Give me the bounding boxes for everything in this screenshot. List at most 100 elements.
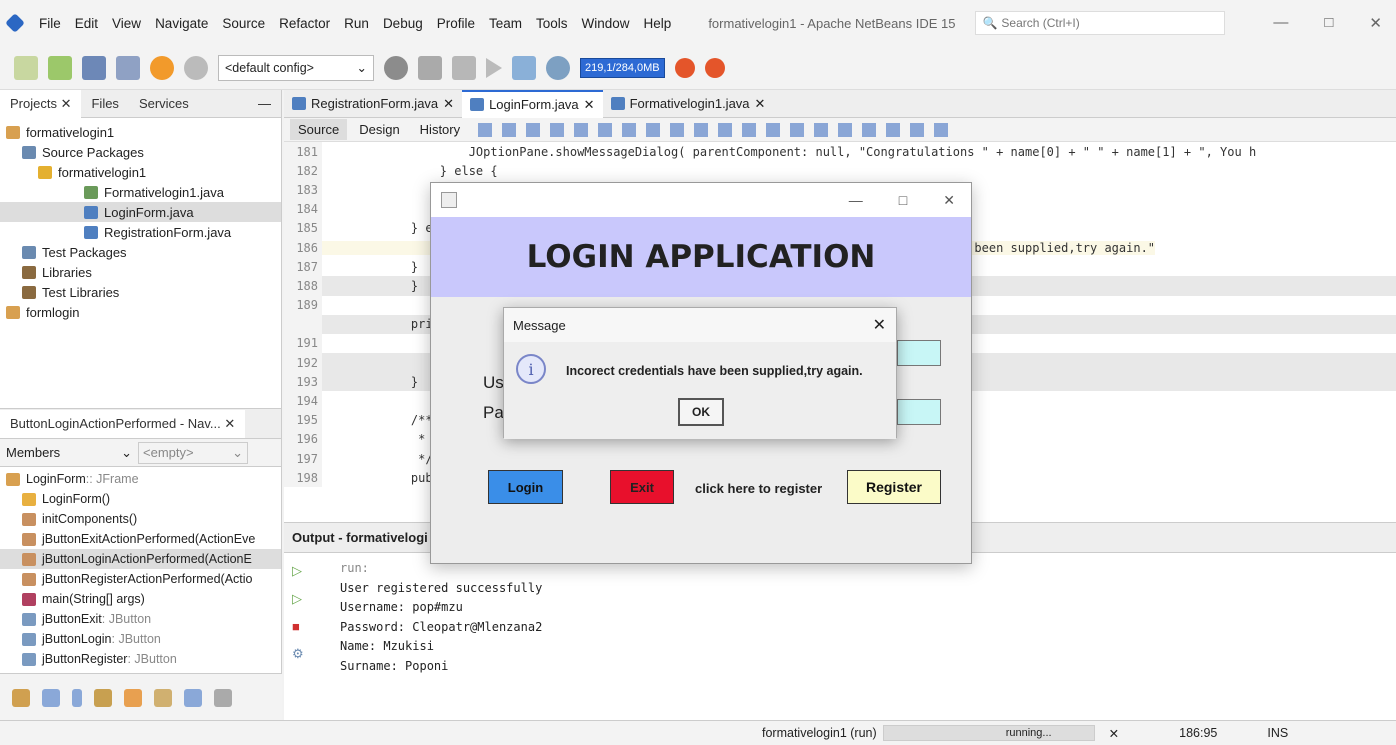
lock-icon[interactable]: [94, 688, 112, 707]
empty-select[interactable]: <empty> ⌄: [138, 441, 248, 464]
tree-item[interactable]: Test Libraries: [0, 282, 281, 302]
profile-icon[interactable]: [546, 55, 570, 80]
redo-icon[interactable]: [184, 55, 208, 80]
sort-alpha-icon[interactable]: [184, 688, 202, 707]
mode-design[interactable]: Design: [351, 119, 407, 140]
static-filter-icon[interactable]: [72, 688, 82, 707]
memory-indicator[interactable]: 219,1/284,0MB: [580, 57, 665, 78]
close-icon[interactable]: ✕: [1369, 14, 1382, 32]
menu-navigate[interactable]: Navigate: [148, 16, 215, 31]
rerun-icon[interactable]: ▷: [292, 563, 304, 579]
maximize-icon[interactable]: □: [899, 192, 907, 209]
members-select[interactable]: Members ⌄: [6, 445, 132, 461]
editor-tools-icon[interactable]: [478, 122, 949, 137]
save-all-icon[interactable]: [116, 55, 140, 80]
search-placeholder: Search (Ctrl+I): [1001, 16, 1080, 30]
register-button[interactable]: Register: [847, 470, 941, 504]
close-icon[interactable]: ✕: [873, 315, 886, 335]
close-tab-icon[interactable]: ✕: [443, 96, 454, 112]
field-filter-icon[interactable]: [42, 688, 60, 707]
tree-item[interactable]: formativelogin1: [0, 122, 281, 142]
navigator-item[interactable]: main(String[] args): [0, 589, 281, 609]
menu-view[interactable]: View: [105, 16, 148, 31]
ok-button[interactable]: OK: [678, 398, 724, 426]
config-select[interactable]: <default config> ⌄: [218, 54, 374, 81]
rerun-params-icon[interactable]: ▷: [292, 591, 304, 607]
undo-icon[interactable]: [150, 55, 174, 80]
debug-icon[interactable]: [512, 55, 536, 80]
navigator-item[interactable]: LoginForm(): [0, 489, 281, 509]
mode-source[interactable]: Source: [290, 119, 348, 140]
code-line[interactable]: 182 } else {: [284, 161, 1396, 181]
output-title[interactable]: Output - formativelogi: [292, 530, 428, 545]
editor-tab[interactable]: Formativelogin1.java ✕: [603, 90, 774, 118]
tab-files[interactable]: Files: [81, 90, 128, 118]
gc-profile-icon[interactable]: [704, 57, 725, 78]
mode-history[interactable]: History: [412, 119, 468, 140]
menu-help[interactable]: Help: [637, 16, 679, 31]
navigator-item[interactable]: LoginForm :: JFrame: [0, 469, 281, 489]
build-icon[interactable]: [452, 55, 476, 80]
menu-tools[interactable]: Tools: [529, 16, 575, 31]
gc-icon[interactable]: [674, 57, 695, 78]
sort-source-icon[interactable]: [214, 688, 232, 707]
progress-text: running...: [1005, 727, 1052, 739]
menu-source[interactable]: Source: [215, 16, 272, 31]
tab-services[interactable]: Services: [129, 90, 199, 118]
fqn-icon[interactable]: [154, 688, 172, 707]
menu-debug[interactable]: Debug: [376, 16, 430, 31]
navigator-item[interactable]: jButtonRegister : JButton: [0, 649, 281, 669]
editor-tab[interactable]: RegistrationForm.java ✕: [284, 90, 462, 118]
login-button[interactable]: Login: [488, 470, 563, 504]
menu-run[interactable]: Run: [337, 16, 376, 31]
menu-window[interactable]: Window: [575, 16, 637, 31]
menu-team[interactable]: Team: [482, 16, 529, 31]
tab-projects[interactable]: Projects ✕: [0, 89, 82, 118]
inherited-filter-icon[interactable]: [124, 688, 142, 707]
navigator-item[interactable]: initComponents(): [0, 509, 281, 529]
tree-item[interactable]: formativelogin1: [0, 162, 281, 182]
status-task[interactable]: formativelogin1 (run): [762, 726, 877, 740]
hierarchy-icon[interactable]: [12, 688, 30, 707]
new-project-icon[interactable]: [48, 55, 72, 80]
tree-item[interactable]: Test Packages: [0, 242, 281, 262]
tree-item[interactable]: Libraries: [0, 262, 281, 282]
username-field[interactable]: [897, 340, 941, 366]
navigator-item[interactable]: jButtonLoginActionPerformed(ActionE: [0, 549, 281, 569]
new-file-icon[interactable]: [14, 55, 38, 80]
tree-item[interactable]: LoginForm.java: [0, 202, 281, 222]
tab-navigator[interactable]: ButtonLoginActionPerformed - Nav... ✕: [0, 409, 246, 438]
menu-refactor[interactable]: Refactor: [272, 16, 337, 31]
search-box[interactable]: 🔍 Search (Ctrl+I): [975, 11, 1226, 35]
run-icon[interactable]: [486, 57, 502, 78]
maximize-icon[interactable]: □: [1324, 14, 1333, 32]
tree-item[interactable]: RegistrationForm.java: [0, 222, 281, 242]
menu-edit[interactable]: Edit: [68, 16, 105, 31]
minimize-icon[interactable]: —: [849, 192, 863, 209]
open-project-icon[interactable]: [82, 55, 106, 80]
exit-button[interactable]: Exit: [610, 470, 674, 504]
tree-item[interactable]: Formativelogin1.java: [0, 182, 281, 202]
stop-icon[interactable]: ■: [292, 619, 304, 634]
code-line[interactable]: 181 JOptionPane.showMessageDialog( paren…: [284, 142, 1396, 162]
navigator-item[interactable]: jButtonExitActionPerformed(ActionEve: [0, 529, 281, 549]
password-field[interactable]: [897, 399, 941, 425]
globe-icon[interactable]: [384, 55, 408, 80]
tree-item-label: formativelogin1: [26, 124, 115, 140]
navigator-item[interactable]: jButtonLogin : JButton: [0, 629, 281, 649]
cancel-task-icon[interactable]: ✕: [1109, 726, 1119, 741]
settings-icon[interactable]: ⚙: [292, 646, 304, 662]
navigator-item[interactable]: jButtonExit : JButton: [0, 609, 281, 629]
clean-build-icon[interactable]: [418, 55, 442, 80]
close-icon[interactable]: ✕: [943, 192, 955, 209]
menu-file[interactable]: File: [32, 16, 68, 31]
tree-item[interactable]: formlogin: [0, 302, 281, 322]
menu-profile[interactable]: Profile: [430, 16, 482, 31]
close-tab-icon[interactable]: ✕: [755, 96, 766, 112]
tree-item[interactable]: Source Packages: [0, 142, 281, 162]
minimize-icon[interactable]: —: [1273, 14, 1288, 32]
navigator-item[interactable]: jButtonRegisterActionPerformed(Actio: [0, 569, 281, 589]
close-tab-icon[interactable]: ✕: [584, 97, 595, 113]
minimize-panel-icon[interactable]: —: [258, 96, 271, 111]
editor-tab[interactable]: LoginForm.java ✕: [462, 89, 603, 118]
